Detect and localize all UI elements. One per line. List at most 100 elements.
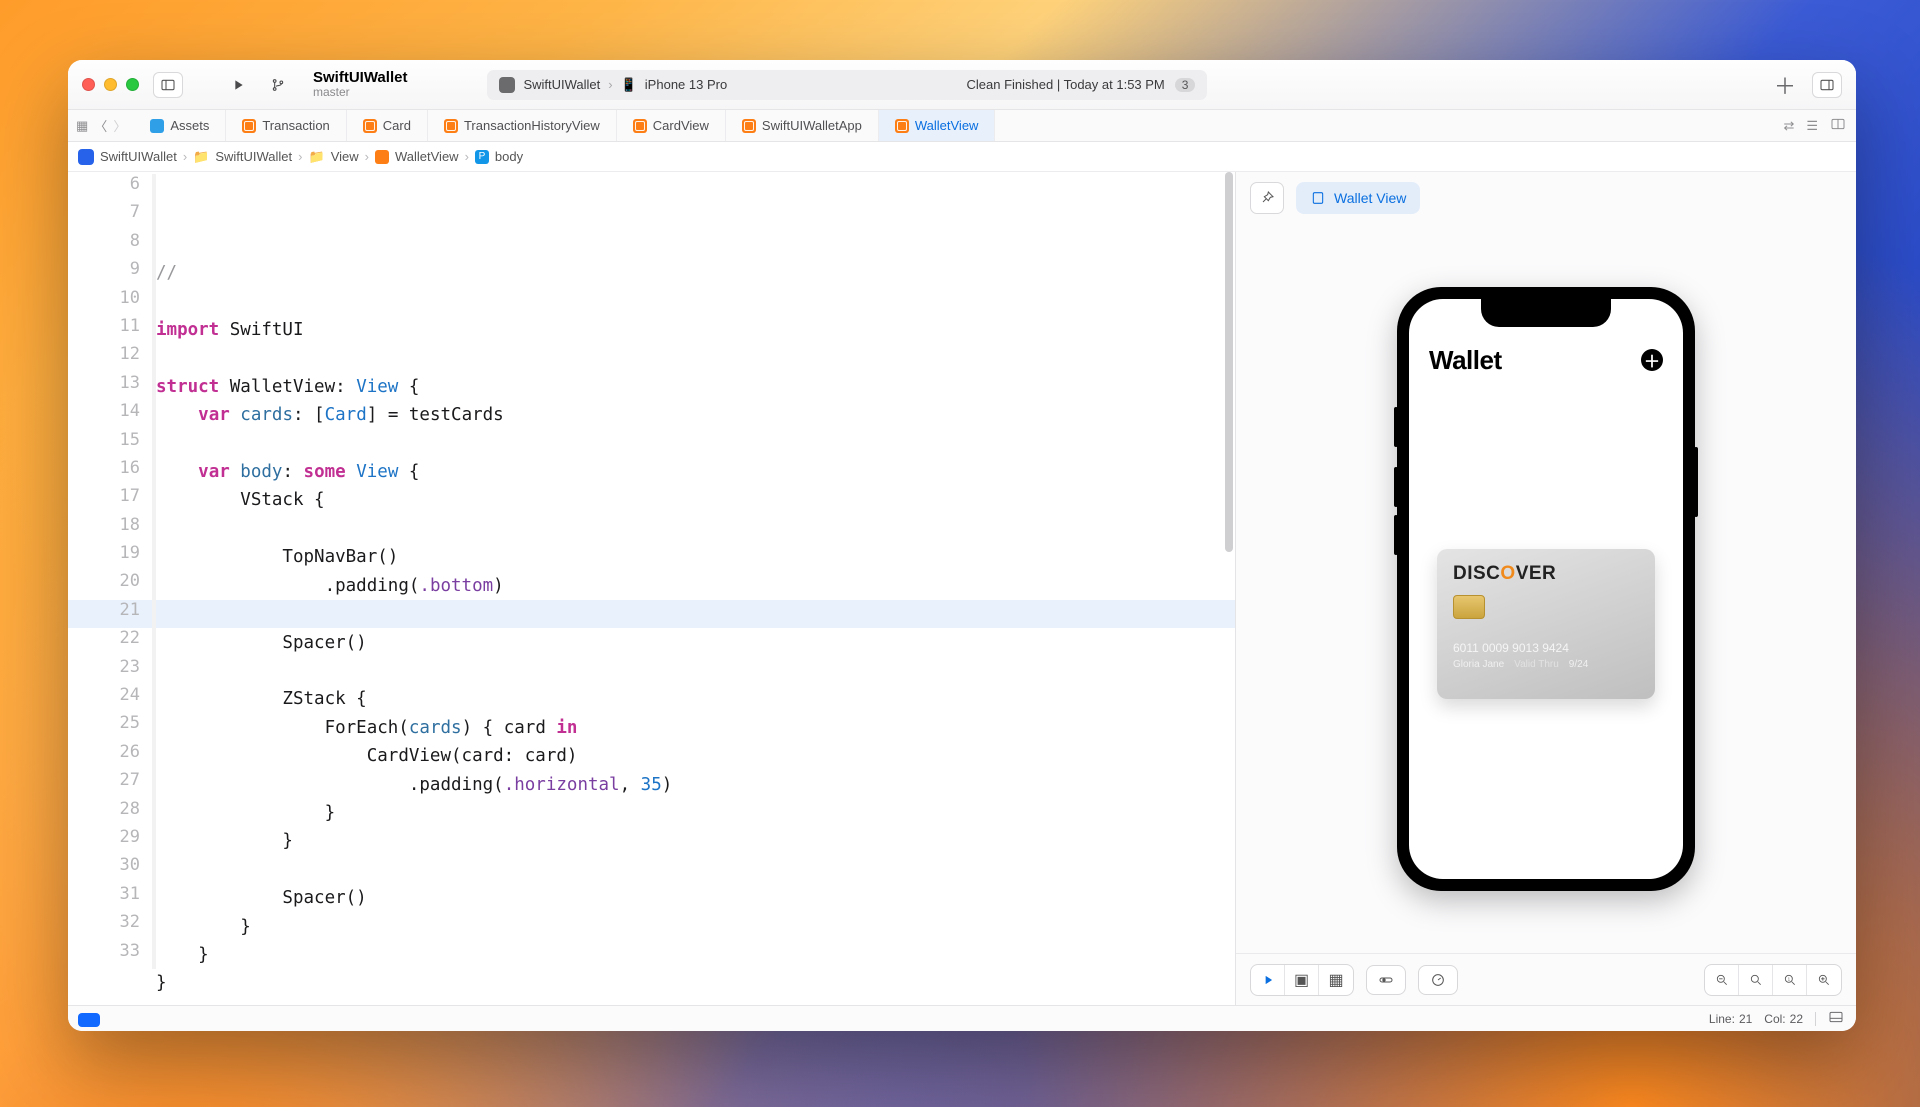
- chevron-right-icon: ›: [608, 77, 612, 92]
- line-number[interactable]: 26: [68, 742, 156, 770]
- line-number[interactable]: 6: [68, 174, 156, 202]
- zoom-out-button[interactable]: [1705, 965, 1739, 995]
- zoom-in-button[interactable]: [1807, 965, 1841, 995]
- editor-tab[interactable]: CardView: [617, 110, 726, 141]
- issue-count-badge[interactable]: 3: [1175, 78, 1196, 92]
- editor-tab[interactable]: Transaction: [226, 110, 346, 141]
- line-number[interactable]: 28: [68, 799, 156, 827]
- bc-symbol[interactable]: body: [495, 149, 523, 164]
- tab-label: Assets: [170, 118, 209, 133]
- line-number[interactable]: 32: [68, 912, 156, 940]
- card-chip-icon: [1453, 595, 1485, 619]
- editor-tab[interactable]: Assets: [134, 110, 226, 141]
- selectable-preview-button[interactable]: ▣: [1285, 965, 1319, 995]
- live-preview-button[interactable]: [1251, 965, 1285, 995]
- valid-thru-value: 9/24: [1569, 659, 1588, 670]
- tab-label: CardView: [653, 118, 709, 133]
- line-number[interactable]: 31: [68, 884, 156, 912]
- editor-tab[interactable]: TransactionHistoryView: [428, 110, 617, 141]
- line-number[interactable]: 18: [68, 515, 156, 543]
- zoom-window-button[interactable]: [126, 78, 139, 91]
- preview-selector-chip[interactable]: Wallet View: [1296, 182, 1420, 214]
- scheme-branch-button[interactable]: [263, 72, 293, 98]
- line-number[interactable]: 7: [68, 202, 156, 230]
- line-number[interactable]: 21: [68, 600, 156, 628]
- card-number: 6011 0009 9013 9424: [1453, 641, 1639, 655]
- pin-preview-button[interactable]: [1250, 182, 1284, 214]
- preview-mode-segment[interactable]: ▣ ▦: [1250, 964, 1354, 996]
- minimize-window-button[interactable]: [104, 78, 117, 91]
- line-number[interactable]: 29: [68, 827, 156, 855]
- canvas-area[interactable]: Wallet ＋ DISCOVER 6011 0009 9013 9424: [1236, 224, 1856, 953]
- close-window-button[interactable]: [82, 78, 95, 91]
- nav-forward-button[interactable]: 〉: [113, 116, 126, 135]
- device-screen[interactable]: Wallet ＋ DISCOVER 6011 0009 9013 9424: [1409, 299, 1683, 879]
- line-gutter[interactable]: 6789101112131415161718192021222324252627…: [68, 172, 156, 1005]
- source-editor[interactable]: 6789101112131415161718192021222324252627…: [68, 172, 1236, 1005]
- toggle-inspector-button[interactable]: [1812, 72, 1842, 98]
- line-number[interactable]: 17: [68, 486, 156, 514]
- line-number[interactable]: 11: [68, 316, 156, 344]
- card-details: Gloria Jane Valid Thru 9/24: [1453, 659, 1639, 670]
- credit-card[interactable]: DISCOVER 6011 0009 9013 9424 Gloria Jane…: [1437, 549, 1655, 699]
- assets-icon: [150, 119, 164, 133]
- related-items-button[interactable]: ▦: [76, 118, 88, 134]
- zoom-actual-button[interactable]: 1: [1773, 965, 1807, 995]
- valid-thru-label: Valid Thru: [1514, 659, 1559, 670]
- app-icon: [499, 77, 515, 93]
- line-number[interactable]: 27: [68, 770, 156, 798]
- line-number[interactable]: 9: [68, 259, 156, 287]
- toggle-debug-area-button[interactable]: [1828, 1009, 1844, 1028]
- line-number[interactable]: 23: [68, 657, 156, 685]
- line-number[interactable]: 19: [68, 543, 156, 571]
- cursor-line-label: Line:: [1709, 1012, 1735, 1026]
- nav-back-button[interactable]: 〈: [94, 116, 107, 135]
- scheme-target: SwiftUIWallet: [523, 77, 600, 92]
- line-number[interactable]: 8: [68, 231, 156, 259]
- variants-preview-button[interactable]: ▦: [1319, 965, 1353, 995]
- zoom-controls[interactable]: 1: [1704, 964, 1842, 996]
- chevron-right-icon: ›: [183, 149, 187, 164]
- device-settings-button[interactable]: [1366, 965, 1406, 995]
- line-number[interactable]: 24: [68, 685, 156, 713]
- run-button[interactable]: [223, 72, 253, 98]
- line-number[interactable]: 15: [68, 430, 156, 458]
- zoom-fit-button[interactable]: [1739, 965, 1773, 995]
- chevron-right-icon: ›: [465, 149, 469, 164]
- branch-name: master: [313, 86, 407, 99]
- activity-viewer[interactable]: SwiftUIWallet › 📱 iPhone 13 Pro Clean Fi…: [487, 70, 1207, 100]
- line-number[interactable]: 10: [68, 288, 156, 316]
- editor-tab[interactable]: SwiftUIWalletApp: [726, 110, 879, 141]
- add-editor-button[interactable]: [1830, 116, 1846, 135]
- toggle-navigator-button[interactable]: [153, 72, 183, 98]
- editor-tab[interactable]: WalletView: [879, 110, 996, 141]
- zoom-out-icon: [1715, 973, 1729, 987]
- bc-project[interactable]: SwiftUIWallet: [100, 149, 177, 164]
- bc-file[interactable]: WalletView: [395, 149, 459, 164]
- line-number[interactable]: 30: [68, 855, 156, 883]
- line-number[interactable]: 12: [68, 344, 156, 372]
- line-number[interactable]: 20: [68, 571, 156, 599]
- line-number[interactable]: 13: [68, 373, 156, 401]
- swift-file-icon: [363, 119, 377, 133]
- line-number[interactable]: 22: [68, 628, 156, 656]
- add-button[interactable]: ＋: [1770, 72, 1800, 98]
- adjust-editor-button[interactable]: ☰: [1806, 118, 1818, 134]
- preview-settings-button[interactable]: [1418, 965, 1458, 995]
- jump-bar[interactable]: SwiftUIWallet › 📁 SwiftUIWallet › 📁 View…: [68, 142, 1856, 172]
- line-number[interactable]: 33: [68, 941, 156, 969]
- code-review-button[interactable]: ⇄: [1783, 118, 1794, 134]
- editor-tab[interactable]: Card: [347, 110, 428, 141]
- code-area[interactable]: // import SwiftUI struct WalletView: Vie…: [156, 172, 1235, 1005]
- project-block[interactable]: SwiftUIWallet master: [313, 70, 407, 100]
- add-card-button[interactable]: ＋: [1641, 349, 1663, 371]
- cursor-line-value: 21: [1739, 1012, 1752, 1026]
- project-icon: [78, 149, 94, 165]
- line-number[interactable]: 16: [68, 458, 156, 486]
- activity-indicator[interactable]: [78, 1013, 100, 1027]
- bc-folder[interactable]: View: [331, 149, 359, 164]
- line-number[interactable]: 25: [68, 713, 156, 741]
- bc-group[interactable]: SwiftUIWallet: [215, 149, 292, 164]
- line-number[interactable]: 14: [68, 401, 156, 429]
- scheme-selector[interactable]: SwiftUIWallet › 📱 iPhone 13 Pro: [499, 77, 727, 93]
